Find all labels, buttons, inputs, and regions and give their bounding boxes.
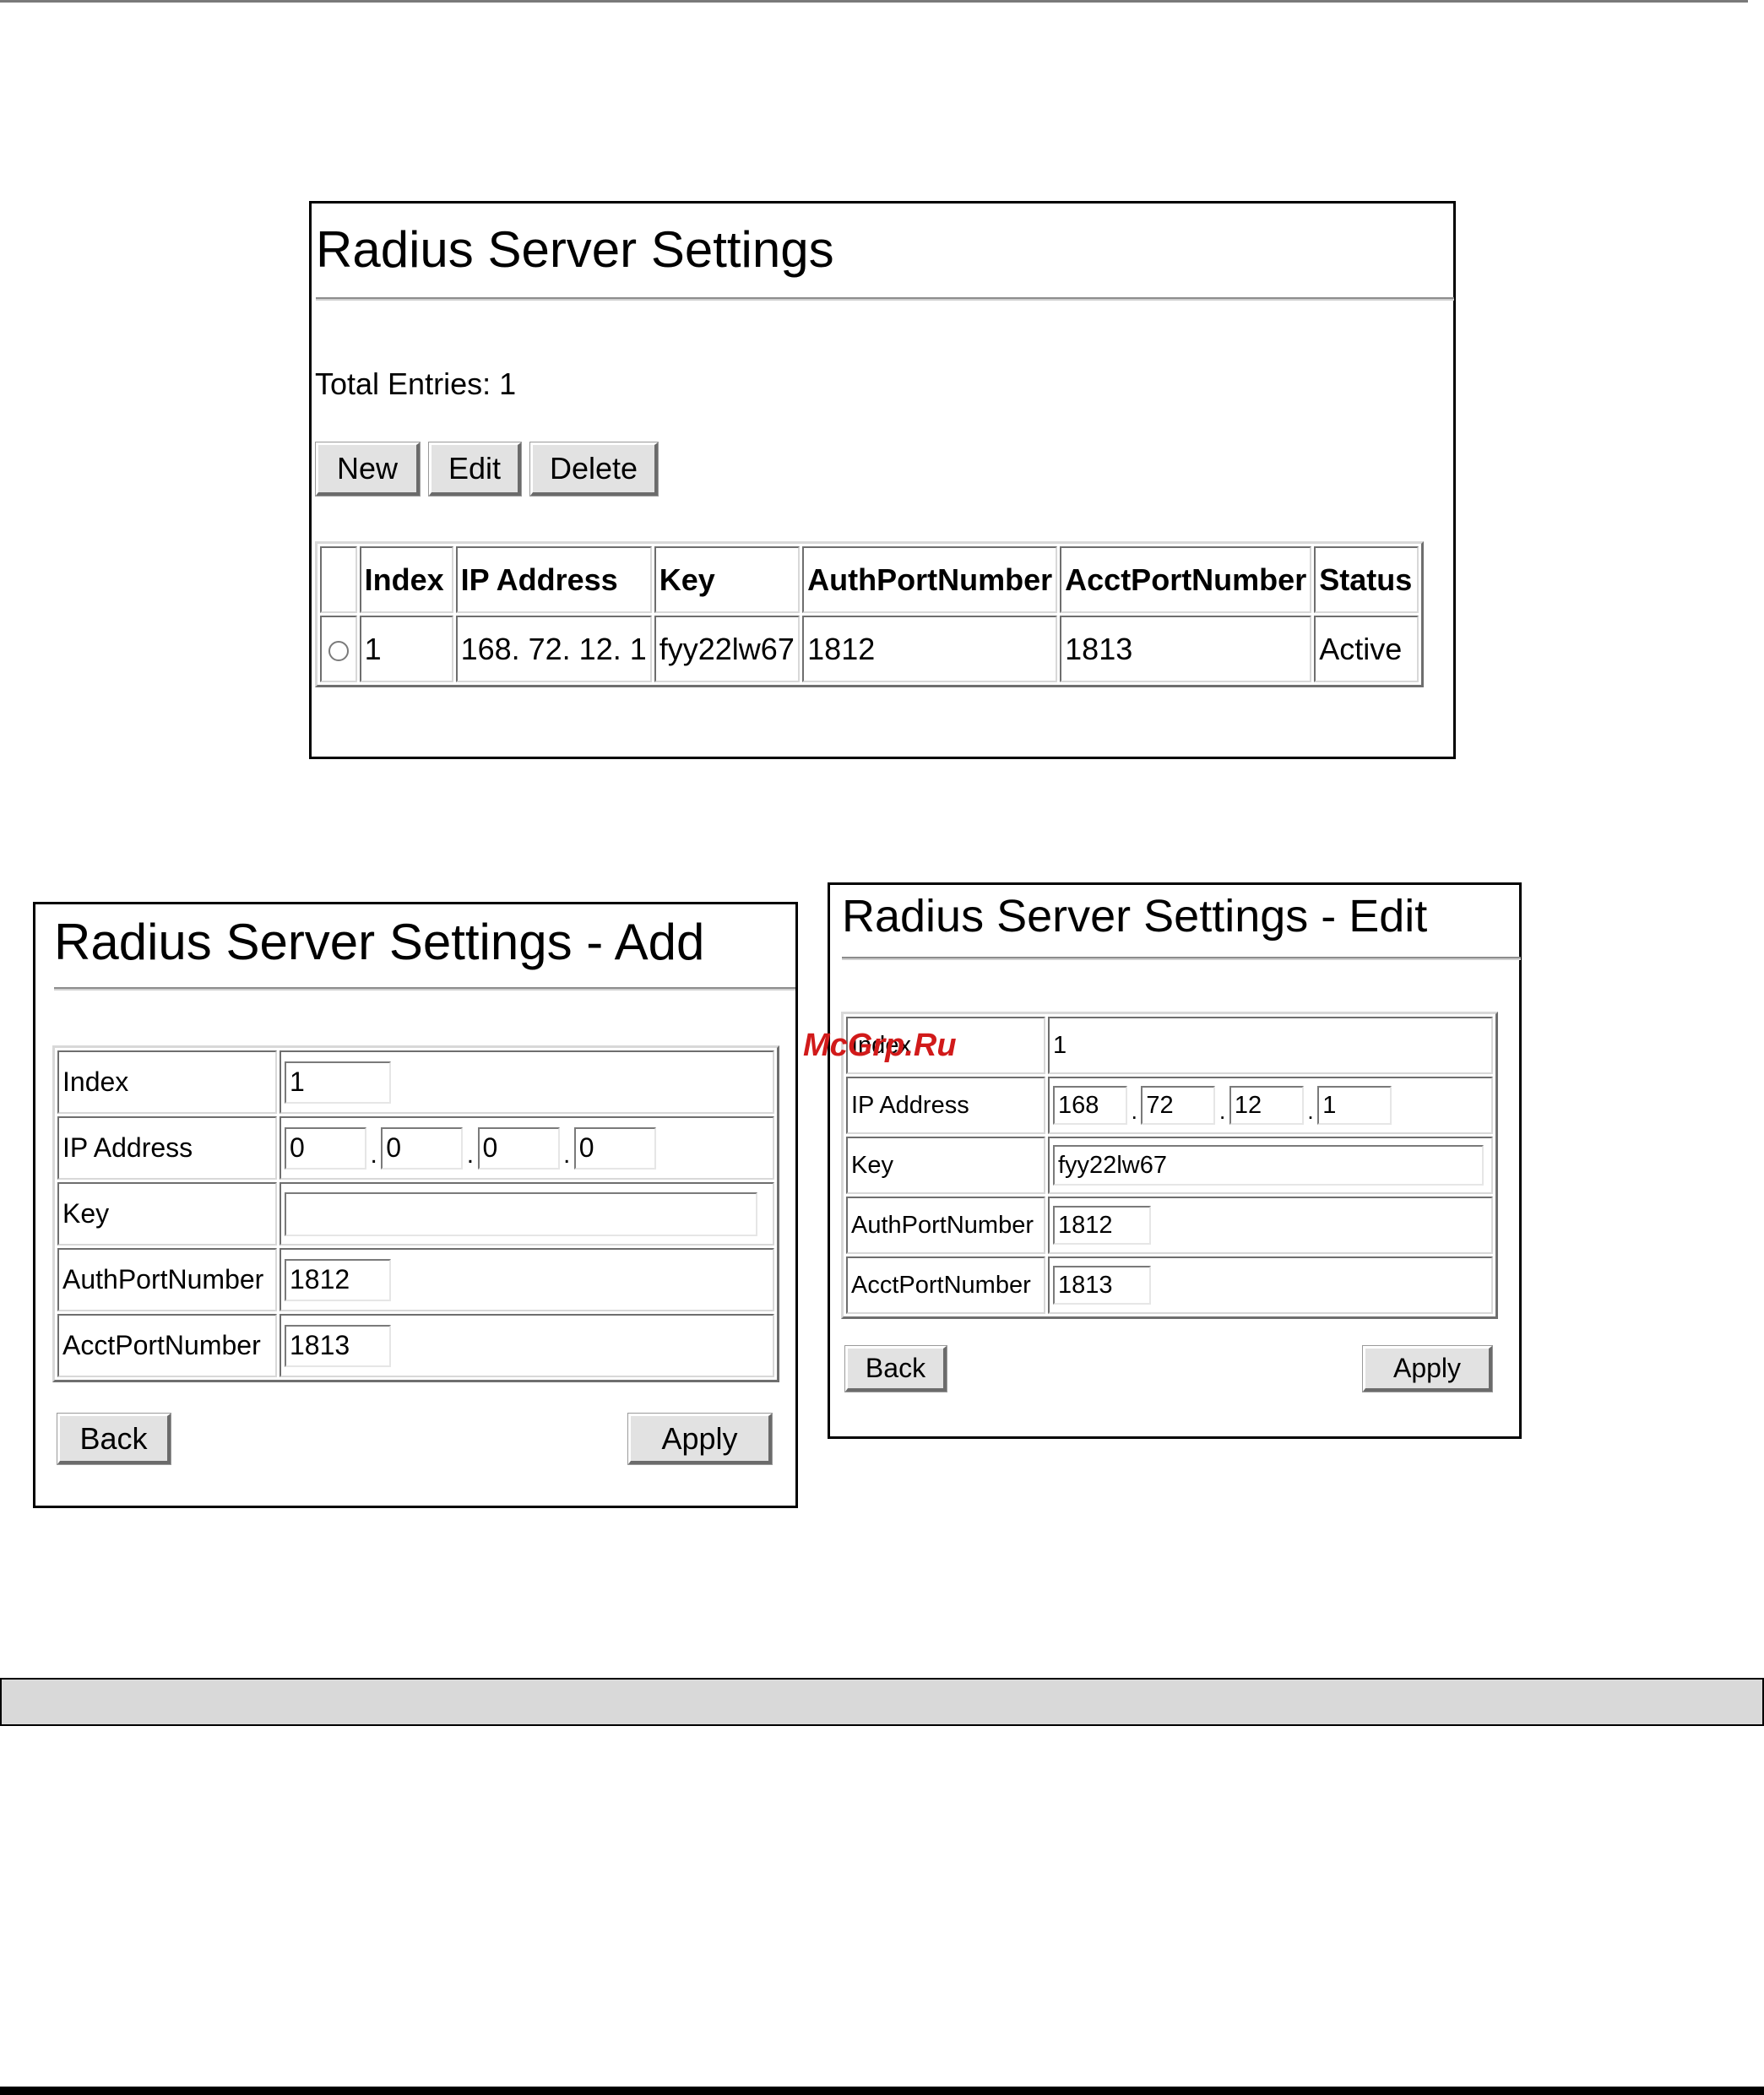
- edit-row-ip: IP Address . . .: [846, 1077, 1493, 1134]
- row-select-radio[interactable]: [328, 640, 349, 661]
- edit-title-divider: [842, 957, 1521, 958]
- column-header-status: Status: [1314, 546, 1419, 613]
- add-row-index: Index: [57, 1050, 774, 1114]
- auth-port-field[interactable]: [285, 1258, 391, 1301]
- radius-server-table: Index IP Address Key AuthPortNumber Acct…: [315, 541, 1424, 687]
- add-label-key: Key: [57, 1182, 277, 1246]
- add-value-auth-cell: [280, 1248, 774, 1311]
- edit-label-key: Key: [846, 1137, 1045, 1194]
- gray-bar: [0, 1678, 1764, 1726]
- ip-dot: .: [1307, 1099, 1314, 1124]
- add-title: Radius Server Settings - Add: [54, 914, 705, 970]
- column-header-select: [320, 546, 357, 613]
- column-header-ip-address: IP Address: [455, 546, 652, 613]
- auth-port-field[interactable]: [1053, 1206, 1151, 1245]
- ip-octet-4-field[interactable]: [573, 1126, 656, 1170]
- page-title: Radius Server Settings: [316, 221, 834, 278]
- title-divider: [316, 297, 1454, 299]
- add-row-acct: AcctPortNumber: [57, 1314, 774, 1377]
- add-apply-button[interactable]: Apply: [627, 1413, 773, 1465]
- column-header-auth-port: AuthPortNumber: [802, 546, 1058, 613]
- add-back-button[interactable]: Back: [57, 1413, 171, 1465]
- ip-octet-3-field[interactable]: [477, 1126, 560, 1170]
- ip-octet-1-field[interactable]: [285, 1126, 366, 1170]
- table-header-row: Index IP Address Key AuthPortNumber Acct…: [320, 546, 1419, 613]
- add-row-ip: IP Address . . .: [57, 1116, 774, 1180]
- footer-rule: [0, 2087, 1764, 2095]
- add-title-divider: [54, 987, 795, 989]
- edit-row-acct: AcctPortNumber: [846, 1256, 1493, 1314]
- top-rule: [0, 0, 1748, 3]
- cell-key: fyy22lw67: [654, 616, 801, 682]
- ip-dot: .: [370, 1140, 377, 1169]
- add-row-key: Key: [57, 1182, 774, 1246]
- edit-row-auth: AuthPortNumber: [846, 1197, 1493, 1254]
- radius-settings-add-panel: Radius Server Settings - Add Index IP Ad…: [33, 902, 798, 1508]
- index-field[interactable]: [285, 1061, 391, 1104]
- edit-label-acct: AcctPortNumber: [846, 1256, 1045, 1314]
- acct-port-field[interactable]: [1053, 1266, 1151, 1305]
- key-field[interactable]: [1053, 1145, 1484, 1186]
- ip-octet-2-field[interactable]: [381, 1126, 464, 1170]
- add-value-ip-cell: . . .: [280, 1116, 774, 1180]
- delete-button[interactable]: Delete: [529, 442, 659, 497]
- edit-title: Radius Server Settings - Edit: [842, 891, 1428, 942]
- edit-value-auth-cell: [1048, 1197, 1493, 1254]
- edit-value-index: 1: [1048, 1017, 1493, 1074]
- key-field[interactable]: [285, 1191, 757, 1236]
- new-button[interactable]: New: [315, 442, 421, 497]
- add-label-ip: IP Address: [57, 1116, 277, 1180]
- cell-status: Active: [1314, 616, 1419, 682]
- column-header-acct-port: AcctPortNumber: [1060, 546, 1312, 613]
- edit-button[interactable]: Edit: [428, 442, 522, 497]
- edit-label-ip: IP Address: [846, 1077, 1045, 1134]
- cell-index: 1: [359, 616, 453, 682]
- add-label-index: Index: [57, 1050, 277, 1114]
- edit-back-button[interactable]: Back: [844, 1345, 947, 1392]
- edit-row-key: Key: [846, 1137, 1493, 1194]
- add-value-index-cell: [280, 1050, 774, 1114]
- cell-acct-port: 1813: [1060, 616, 1312, 682]
- edit-value-key-cell: [1048, 1137, 1493, 1194]
- radius-settings-edit-panel: Radius Server Settings - Edit Index 1 IP…: [828, 882, 1522, 1439]
- column-header-key: Key: [654, 546, 801, 613]
- ip-octet-4-field[interactable]: [1317, 1086, 1392, 1125]
- ip-octet-3-field[interactable]: [1229, 1086, 1304, 1125]
- cell-ip-address: 168. 72. 12. 1: [455, 616, 652, 682]
- add-row-auth: AuthPortNumber: [57, 1248, 774, 1311]
- add-label-acct: AcctPortNumber: [57, 1314, 277, 1377]
- ip-dot: .: [466, 1140, 475, 1169]
- ip-dot: .: [562, 1140, 571, 1169]
- cell-auth-port: 1812: [802, 616, 1058, 682]
- radius-settings-panel: Radius Server Settings Total Entries: 1 …: [309, 201, 1456, 759]
- column-header-index: Index: [359, 546, 453, 613]
- add-value-acct-cell: [280, 1314, 774, 1377]
- edit-apply-button[interactable]: Apply: [1362, 1345, 1493, 1392]
- edit-value-ip-cell: . . .: [1048, 1077, 1493, 1134]
- ip-dot: .: [1131, 1099, 1137, 1124]
- total-entries: Total Entries: 1: [315, 366, 517, 401]
- ip-dot: .: [1219, 1099, 1226, 1124]
- row-select-cell: [320, 616, 357, 682]
- edit-label-auth: AuthPortNumber: [846, 1197, 1045, 1254]
- ip-octet-2-field[interactable]: [1141, 1086, 1216, 1125]
- watermark-logo: McGrp.Ru: [803, 1028, 957, 1063]
- add-form-table: Index IP Address . . . Key AuthP: [52, 1045, 779, 1382]
- add-label-auth: AuthPortNumber: [57, 1248, 277, 1311]
- table-row: 1 168. 72. 12. 1 fyy22lw67 1812 1813 Act…: [320, 616, 1419, 682]
- add-value-key-cell: [280, 1182, 774, 1246]
- ip-octet-1-field[interactable]: [1053, 1086, 1127, 1125]
- acct-port-field[interactable]: [285, 1324, 391, 1367]
- edit-value-acct-cell: [1048, 1256, 1493, 1314]
